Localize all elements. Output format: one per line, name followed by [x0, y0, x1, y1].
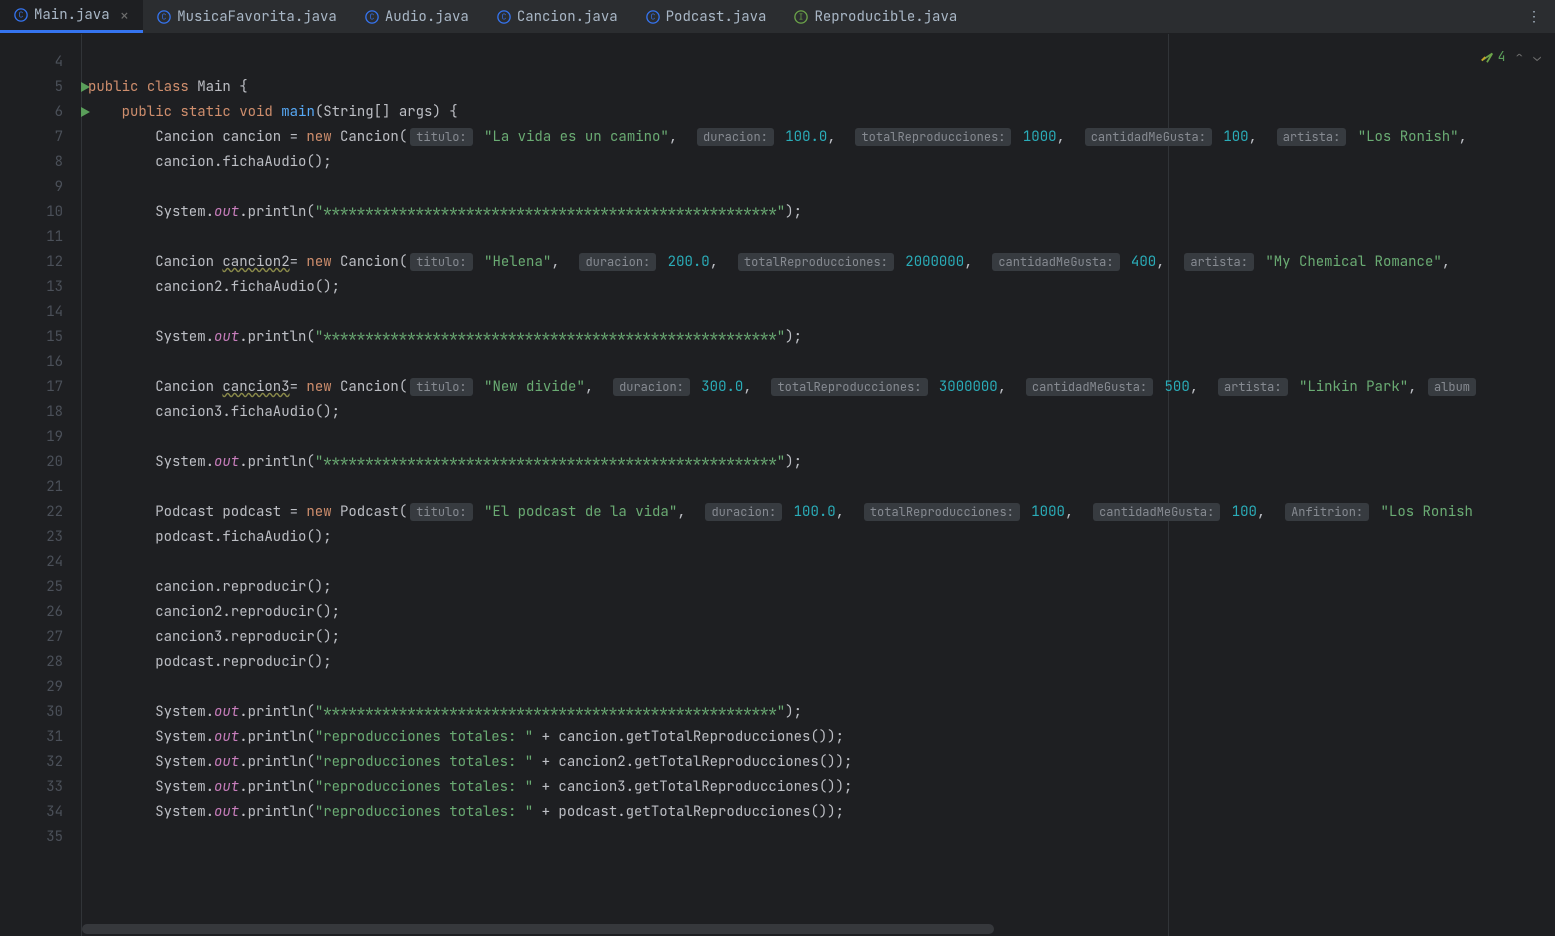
java-class-icon: C	[497, 10, 511, 24]
svg-text:C: C	[369, 12, 374, 22]
gutter: 4567891011121314151617181920212223242526…	[0, 34, 82, 936]
tab-label: Audio.java	[385, 8, 469, 26]
warning-indicator[interactable]: 4	[1480, 48, 1506, 65]
close-icon[interactable]: ×	[120, 5, 130, 26]
java-class-icon: C	[365, 10, 379, 24]
java-interface-icon: I	[794, 10, 808, 24]
svg-text:I: I	[799, 12, 804, 22]
tab-cancion[interactable]: C Cancion.java	[483, 0, 632, 33]
chevron-up-icon[interactable]: ⌃	[1515, 48, 1523, 65]
java-class-icon: C	[646, 10, 660, 24]
chevron-down-icon[interactable]: ⌄	[1533, 48, 1541, 65]
svg-text:C: C	[501, 12, 506, 22]
tab-label: Reproducible.java	[814, 8, 957, 26]
tab-label: MusicaFavorita.java	[177, 8, 337, 26]
inspection-widget[interactable]: 4 ⌃ ⌄	[1480, 48, 1541, 65]
svg-text:C: C	[162, 12, 167, 22]
warning-count: 4	[1498, 48, 1506, 65]
editor[interactable]: 4567891011121314151617181920212223242526…	[0, 34, 1555, 936]
editor-tabs: C Main.java × C MusicaFavorita.java C Au…	[0, 0, 1555, 34]
tab-reproducible[interactable]: I Reproducible.java	[780, 0, 971, 33]
tab-podcast[interactable]: C Podcast.java	[632, 0, 781, 33]
java-class-icon: C	[157, 10, 171, 24]
tab-audio[interactable]: C Audio.java	[351, 0, 483, 33]
svg-text:C: C	[650, 12, 655, 22]
tab-musica[interactable]: C MusicaFavorita.java	[143, 0, 351, 33]
java-class-icon: C	[14, 8, 28, 22]
tab-label: Main.java	[34, 6, 110, 24]
tab-label: Podcast.java	[666, 8, 767, 26]
tab-label: Cancion.java	[517, 8, 618, 26]
tab-overflow-menu[interactable]: ⋮	[1513, 8, 1555, 26]
horizontal-scrollbar[interactable]	[82, 924, 994, 934]
tab-main[interactable]: C Main.java ×	[0, 0, 143, 33]
svg-text:C: C	[19, 11, 24, 21]
code-area[interactable]: public class Main { public static void m…	[82, 34, 1555, 936]
